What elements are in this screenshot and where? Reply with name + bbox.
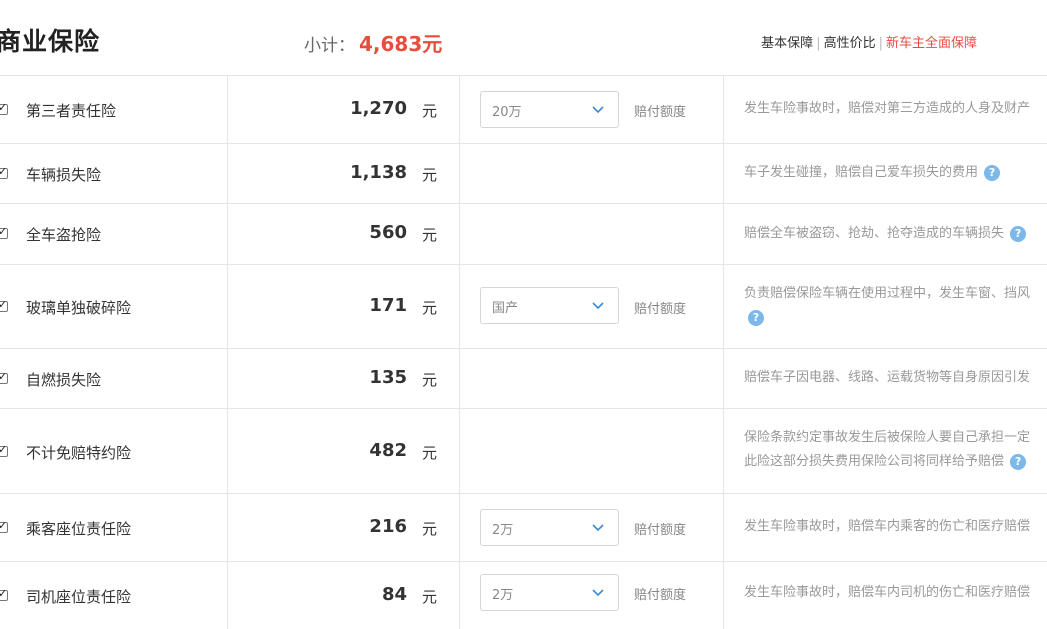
insurance-price: 135 — [369, 367, 407, 388]
coverage-select-value: 20万 — [492, 105, 522, 120]
coverage-select[interactable]: 2万 — [480, 574, 619, 611]
checkbox-checked-icon[interactable] — [0, 165, 8, 179]
checkbox-checked-icon[interactable] — [0, 443, 8, 457]
checkbox-checked-icon[interactable] — [0, 298, 8, 312]
insurance-name: 乘客座位责任险 — [26, 520, 132, 538]
checkbox-checked-icon[interactable] — [0, 370, 8, 384]
limit-label: 赔付额度 — [634, 588, 687, 603]
price-unit: 元 — [422, 299, 438, 317]
insurance-name: 司机座位责任险 — [26, 588, 132, 606]
table-row: 自燃损失险 135 元 赔偿车子因电器、线路、运载货物等自身原因引发 — [0, 349, 1047, 409]
coverage-select[interactable]: 20万 — [480, 91, 619, 128]
subtotal-value: 4,683元 — [359, 32, 443, 56]
chevron-down-icon — [592, 106, 604, 114]
limit-label: 赔付额度 — [634, 523, 687, 538]
price-unit: 元 — [422, 102, 438, 120]
insurance-price: 560 — [369, 222, 407, 243]
insurance-description: 车子发生碰撞，赔偿自己爱车损失的费用? — [744, 161, 1047, 185]
page-title: 商业保险 — [0, 27, 101, 56]
chevron-down-icon — [592, 524, 604, 532]
price-unit: 元 — [422, 226, 438, 244]
price-unit: 元 — [422, 520, 438, 538]
coverage-select-value: 2万 — [492, 523, 514, 538]
insurance-description: 发生车险事故时，赔偿车内司机的伤亡和医疗赔偿 — [744, 585, 1031, 600]
insurance-name: 自燃损失险 — [26, 371, 102, 389]
checkbox-checked-icon[interactable] — [0, 225, 8, 239]
insurance-table: 第三者责任险 1,270 元 20万 赔付额度 发生车险事故时，赔偿对第三方造成… — [0, 76, 1047, 629]
question-circle-icon[interactable]: ? — [1010, 453, 1027, 470]
price-unit: 元 — [422, 166, 438, 184]
checkbox-checked-icon[interactable] — [0, 519, 8, 533]
price-unit: 元 — [422, 444, 438, 462]
table-row: 第三者责任险 1,270 元 20万 赔付额度 发生车险事故时，赔偿对第三方造成… — [0, 76, 1047, 144]
chevron-down-icon — [592, 302, 604, 310]
coverage-select[interactable]: 国产 — [480, 287, 619, 324]
coverage-select-value: 2万 — [492, 588, 514, 603]
insurance-name: 玻璃单独破碎险 — [26, 299, 132, 317]
price-unit: 元 — [422, 371, 438, 389]
insurance-name: 第三者责任险 — [26, 102, 117, 120]
question-circle-icon[interactable]: ? — [1010, 225, 1027, 242]
coverage-select-value: 国产 — [492, 301, 519, 316]
checkbox-checked-icon[interactable] — [0, 587, 8, 601]
checkbox-checked-icon[interactable] — [0, 101, 8, 115]
subtotal-label: 小计： — [304, 36, 355, 56]
insurance-price: 84 — [381, 584, 407, 605]
insurance-price: 171 — [369, 295, 407, 316]
table-row: 不计免赔特约险 482 元 保险条款约定事故发生后被保险人要自己承担一定 此险这… — [0, 409, 1047, 494]
question-circle-icon[interactable]: ? — [984, 164, 1001, 181]
insurance-name: 车辆损失险 — [26, 166, 102, 184]
plan-new-owner-full[interactable]: 新车主全面保障 — [886, 36, 977, 51]
table-row: 司机座位责任险 84 元 2万 赔付额度 发生车险事故时，赔偿车内司机的伤亡和医… — [0, 562, 1047, 629]
table-row: 乘客座位责任险 216 元 2万 赔付额度 发生车险事故时，赔偿车内乘客的伤亡和… — [0, 494, 1047, 562]
section-header: 商业保险 小计： 4,683元 基本保障 | 高性价比 | 新车主全面保障 — [0, 0, 1047, 76]
chevron-down-icon — [592, 589, 604, 597]
plan-basic[interactable]: 基本保障 — [761, 36, 813, 51]
coverage-select[interactable]: 2万 — [480, 509, 619, 546]
subtotal: 小计： 4,683元 — [304, 28, 442, 57]
insurance-price: 216 — [369, 516, 407, 537]
question-circle-icon[interactable]: ? — [748, 309, 764, 326]
price-unit: 元 — [422, 588, 438, 606]
table-row: 全车盗抢险 560 元 赔偿全车被盗窃、抢劫、抢夺造成的车辆损失? — [0, 204, 1047, 265]
insurance-name: 全车盗抢险 — [26, 226, 102, 244]
insurance-description: 发生车险事故时，赔偿车内乘客的伤亡和医疗赔偿 — [744, 519, 1031, 534]
table-row: 玻璃单独破碎险 171 元 国产 赔付额度 负责赔偿保险车辆在使用过程中，发生车… — [0, 265, 1047, 349]
insurance-price: 1,138 — [350, 162, 407, 183]
table-row: 车辆损失险 1,138 元 车子发生碰撞，赔偿自己爱车损失的费用? — [0, 144, 1047, 204]
plan-selector: 基本保障 | 高性价比 | 新车主全面保障 — [761, 36, 977, 51]
insurance-description: 负责赔偿保险车辆在使用过程中，发生车窗、挡风 ? — [744, 286, 1031, 326]
insurance-price: 482 — [369, 440, 407, 461]
insurance-description: 赔偿车子因电器、线路、运载货物等自身原因引发 — [744, 370, 1031, 385]
insurance-name: 不计免赔特约险 — [26, 444, 132, 462]
insurance-description: 赔偿全车被盗窃、抢劫、抢夺造成的车辆损失? — [744, 222, 1047, 246]
plan-value[interactable]: 高性价比 — [824, 36, 876, 51]
insurance-description: 保险条款约定事故发生后被保险人要自己承担一定 此险这部分损失费用保险公司将同样给… — [744, 430, 1031, 470]
insurance-price: 1,270 — [350, 98, 407, 119]
limit-label: 赔付额度 — [634, 302, 687, 317]
limit-label: 赔付额度 — [634, 105, 687, 120]
insurance-description: 发生车险事故时，赔偿对第三方造成的人身及财产 — [744, 101, 1031, 116]
